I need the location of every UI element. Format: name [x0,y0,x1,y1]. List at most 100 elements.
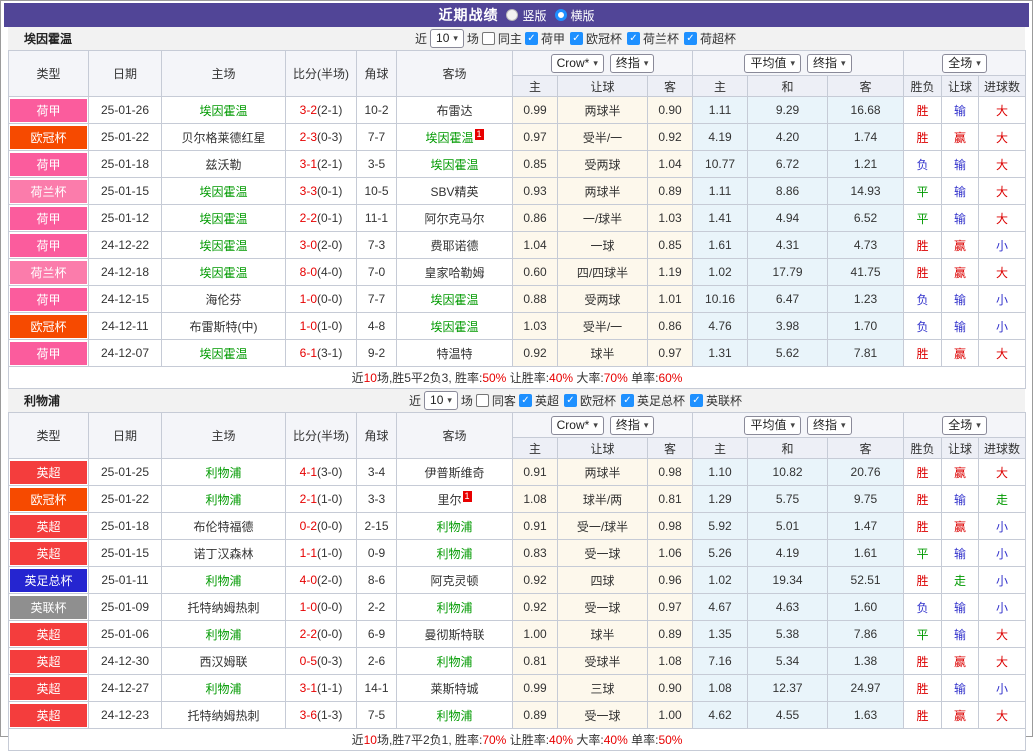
average-select[interactable]: 平均值▾ [744,416,801,435]
away-team-cell: 布雷达 [397,97,513,124]
recent-count-select[interactable]: 10▾ [430,29,464,48]
match-row: 荷兰杯24-12-18埃因霍温8-0(4-0)7-0皇家哈勒姆0.60四/四球半… [9,259,1026,286]
corners-cell: 7-7 [357,286,397,313]
col-header-home: 主场 [162,413,286,459]
bookmaker-select[interactable]: Crow*▾ [551,54,604,73]
avg-home-cell: 5.92 [693,513,748,540]
summary-segment: 10 [364,371,377,385]
fulltime-score: 3-0 [300,238,317,252]
away-team-cell: 利物浦 [397,513,513,540]
match-date: 24-12-07 [89,340,162,367]
league-checkbox[interactable]: ✓ [684,32,697,45]
final-odds-select[interactable]: 终指▾ [610,416,655,435]
fulltime-score: 3-6 [300,708,317,722]
league-checkbox[interactable]: ✓ [570,32,583,45]
league-type-cell: 英超 [9,459,89,486]
bookmaker-select[interactable]: Crow*▾ [551,416,604,435]
home-team-cell: 利物浦 [162,621,286,648]
team-name-text: 阿尔克马尔 [424,212,484,226]
halftime-score: (0-0) [317,519,342,533]
filter-controls: 近 10▾ 场 同主 ✓荷甲 ✓欧冠杯 ✓荷兰杯 ✓荷超杯 [415,29,738,48]
avg-home-cell: 10.16 [693,286,748,313]
league-checkbox[interactable]: ✓ [525,32,538,45]
same-venue-label[interactable]: 同客 [492,392,516,409]
fulltime-score: 4-1 [300,465,317,479]
league-checkbox-label[interactable]: 欧冠杯 [580,392,616,409]
score-cell: 0-5(0-3) [286,648,357,675]
results-table: 类型 日期 主场 比分(半场) 角球 客场 Crow*▾ 终指▾ 平均值 [8,412,1026,751]
league-checkbox-label[interactable]: 英联杯 [706,392,742,409]
team-name-text: 利物浦 [436,655,472,669]
avg-away-cell: 1.61 [828,540,904,567]
league-checkbox-label[interactable]: 荷兰杯 [643,30,679,47]
page-title: 近期战绩 [438,5,498,25]
halftime-score: (2-0) [317,573,342,587]
same-venue-checkbox[interactable] [482,32,495,45]
summary-segment: 单率: [628,733,659,747]
match-row: 荷甲25-01-18兹沃勒3-1(2-1)3-5埃因霍温0.85受两球1.041… [9,151,1026,178]
league-checkbox-label[interactable]: 英超 [535,392,559,409]
match-date: 24-12-30 [89,648,162,675]
summary-segment: 场,胜5平2负3, 胜率: [377,371,482,385]
league-badge: 英超 [10,542,87,565]
league-badge: 英足总杯 [10,569,87,592]
halftime-score: (1-3) [317,708,342,722]
league-checkbox-label[interactable]: 荷甲 [541,30,565,47]
scope-select[interactable]: 全场▾ [942,416,987,435]
chevron-down-icon: ▾ [453,31,458,46]
games-unit-label: 场 [467,30,479,47]
final-odds-select[interactable]: 终指▾ [610,54,655,73]
same-venue-label[interactable]: 同主 [498,30,522,47]
summary-segment: 70% [604,371,628,385]
league-checkbox[interactable]: ✓ [519,394,532,407]
horizontal-layout-option[interactable]: 横版 [555,7,595,24]
goals-result-cell: 大 [979,259,1026,286]
match-date: 25-01-18 [89,513,162,540]
match-date: 25-01-22 [89,124,162,151]
match-date: 24-12-18 [89,259,162,286]
final-odds-select-2[interactable]: 终指▾ [807,416,852,435]
match-row: 荷甲24-12-07埃因霍温6-1(3-1)9-2特温特0.92球半0.971.… [9,340,1026,367]
odds-home-cell: 0.85 [513,151,558,178]
avg-draw-cell: 19.34 [748,567,828,594]
halftime-score: (1-1) [317,681,342,695]
vertical-layout-label[interactable]: 竖版 [522,7,546,24]
summary-segment: 40% [549,733,573,747]
recent-results-panel: 近期战绩 竖版 横版 埃因霍温 近 10▾ 场 同主 ✓荷甲 ✓欧冠杯 ✓荷兰杯… [0,0,1033,737]
goals-result-cell: 大 [979,459,1026,486]
vertical-layout-radio[interactable] [506,9,518,21]
scope-select[interactable]: 全场▾ [942,54,987,73]
avg-away-cell: 20.76 [828,459,904,486]
summary-segment: 近 [352,371,364,385]
team-name-text: 布雷达 [436,104,472,118]
odds-away-cell: 0.92 [648,124,693,151]
league-checkbox[interactable]: ✓ [627,32,640,45]
same-venue-checkbox[interactable] [476,394,489,407]
league-checkbox-label[interactable]: 荷超杯 [700,30,736,47]
team-name-text: 诺丁汉森林 [193,547,253,561]
halftime-score: (0-0) [317,627,342,641]
horizontal-layout-label[interactable]: 横版 [571,7,595,24]
league-checkbox[interactable]: ✓ [564,394,577,407]
match-row: 英超24-12-30西汉姆联0-5(0-3)2-6利物浦0.81受球半1.087… [9,648,1026,675]
team-name-text: 埃因霍温 [199,266,247,280]
match-row: 欧冠杯24-12-11布雷斯特(中)1-0(1-0)4-8埃因霍温1.03受半/… [9,313,1026,340]
final-odds-select-2[interactable]: 终指▾ [807,54,852,73]
league-checkbox-label[interactable]: 英足总杯 [637,392,685,409]
odds-away-cell: 0.85 [648,232,693,259]
recent-count-select[interactable]: 10▾ [424,391,458,410]
league-checkbox-label[interactable]: 欧冠杯 [586,30,622,47]
vertical-layout-option[interactable]: 竖版 [506,7,546,24]
match-row: 英超25-01-18布伦特福德0-2(0-0)2-15利物浦0.91受一/球半0… [9,513,1026,540]
odds-handicap-cell: 球半 [558,621,648,648]
odds-away-cell: 1.03 [648,205,693,232]
avg-home-cell: 1.29 [693,486,748,513]
league-checkbox[interactable]: ✓ [621,394,634,407]
league-checkbox[interactable]: ✓ [690,394,703,407]
horizontal-layout-radio[interactable] [555,9,567,21]
near-label: 近 [409,392,421,409]
odds-home-cell: 0.88 [513,286,558,313]
average-select[interactable]: 平均值▾ [744,54,801,73]
home-team-cell: 利物浦 [162,486,286,513]
avg-home-cell: 4.19 [693,124,748,151]
